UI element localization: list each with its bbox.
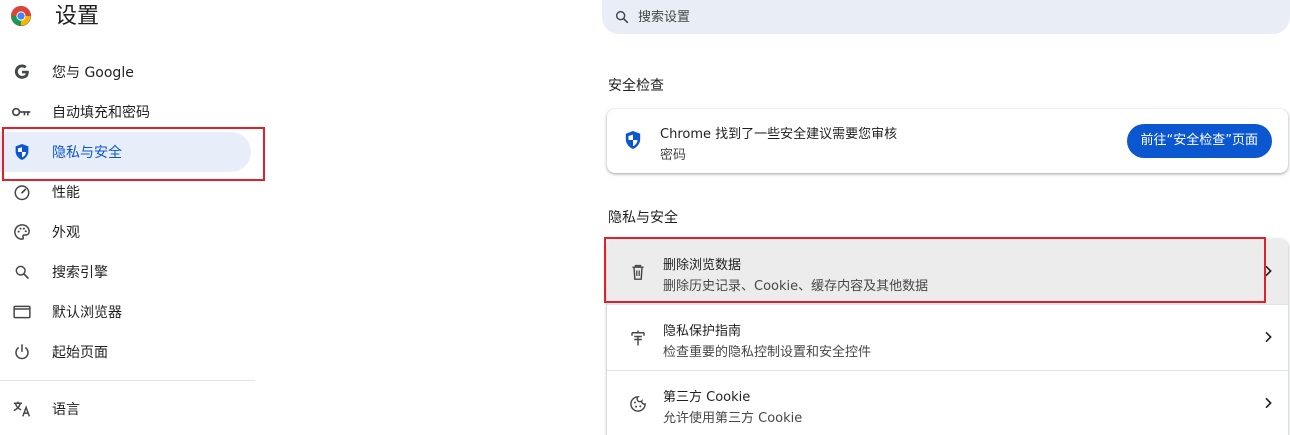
row-title: 第三方 Cookie [663, 390, 751, 405]
google-g-icon [12, 62, 32, 82]
browser-window-icon [12, 302, 32, 322]
privacy-security-card: 删除浏览数据 删除历史记录、Cookie、缓存内容及其他数据 隐私保护指南 检查… [607, 239, 1288, 435]
sidebar-item-search-engine[interactable]: 搜索引擎 [0, 252, 251, 292]
page-title: 设置 [55, 4, 100, 29]
shield-icon [625, 131, 641, 149]
sidebar-item-label: 默认浏览器 [52, 305, 122, 321]
chevron-right-icon [1265, 265, 1272, 277]
row-third-party-cookies[interactable]: 第三方 Cookie 允许使用第三方 Cookie [607, 371, 1288, 435]
sidebar-item-autofill[interactable]: 自动填充和密码 [0, 92, 251, 132]
power-icon [12, 342, 32, 362]
sidebar-item-privacy-security[interactable]: 隐私与安全 [0, 132, 251, 172]
palette-icon [12, 222, 32, 242]
search-icon [615, 10, 629, 24]
safety-check-heading: 安全检查 [608, 78, 664, 94]
sidebar-item-label: 搜索引擎 [52, 265, 108, 281]
privacy-security-heading: 隐私与安全 [608, 210, 678, 226]
sidebar-item-performance[interactable]: 性能 [0, 172, 251, 212]
trash-icon [628, 262, 648, 282]
cookie-icon [628, 394, 648, 414]
row-title: 删除浏览数据 [663, 258, 742, 273]
settings-page: 设置 您与 Google 自动填充和密码 隐私与安全 [0, 0, 1290, 435]
go-to-safety-check-button[interactable]: 前往“安全检查”页面 [1126, 124, 1272, 158]
sidebar-item-languages[interactable]: 语言 [0, 389, 251, 429]
sidebar-item-label: 起始页面 [52, 345, 108, 361]
sidebar-item-on-startup[interactable]: 起始页面 [0, 332, 251, 372]
sidebar-item-label: 自动填充和密码 [52, 105, 150, 121]
row-subtitle: 检查重要的隐私控制设置和安全控件 [663, 345, 872, 360]
row-title: 隐私保护指南 [663, 324, 742, 339]
chevron-right-icon [1265, 397, 1272, 409]
safety-check-subtitle: 密码 [660, 148, 687, 163]
sidebar-item-label: 外观 [52, 225, 80, 241]
sidebar-item-appearance[interactable]: 外观 [0, 212, 251, 252]
row-subtitle: 删除历史记录、Cookie、缓存内容及其他数据 [663, 279, 929, 294]
chrome-logo-icon [10, 5, 32, 27]
sidebar-item-label: 隐私与安全 [52, 145, 122, 161]
safety-check-title: Chrome 找到了一些安全建议需要您审核 [660, 127, 898, 142]
sidebar-item-label: 性能 [52, 185, 80, 201]
sidebar-item-default-browser[interactable]: 默认浏览器 [0, 292, 251, 332]
row-clear-browsing-data[interactable]: 删除浏览数据 删除历史记录、Cookie、缓存内容及其他数据 [607, 239, 1288, 304]
translate-icon [12, 399, 32, 419]
search-input[interactable] [636, 8, 1236, 26]
speedometer-icon [12, 182, 32, 202]
search-icon [12, 262, 32, 282]
shield-icon [12, 142, 32, 162]
sidebar-divider [0, 380, 255, 381]
safety-check-card: Chrome 找到了一些安全建议需要您审核 密码 前往“安全检查”页面 [607, 109, 1288, 173]
sidebar-item-label: 语言 [52, 402, 80, 418]
chevron-right-icon [1265, 331, 1272, 343]
search-bar[interactable] [602, 0, 1290, 34]
sidebar-item-you-and-google[interactable]: 您与 Google [0, 52, 251, 92]
row-privacy-guide[interactable]: 隐私保护指南 检查重要的隐私控制设置和安全控件 [607, 305, 1288, 370]
key-icon [12, 102, 32, 122]
sidebar-item-label: 您与 Google [52, 65, 134, 81]
sidebar: 您与 Google 自动填充和密码 隐私与安全 性能 外观 搜索引擎 默认浏览器… [0, 52, 255, 429]
row-subtitle: 允许使用第三方 Cookie [663, 411, 803, 426]
privacy-guide-icon [628, 328, 648, 348]
